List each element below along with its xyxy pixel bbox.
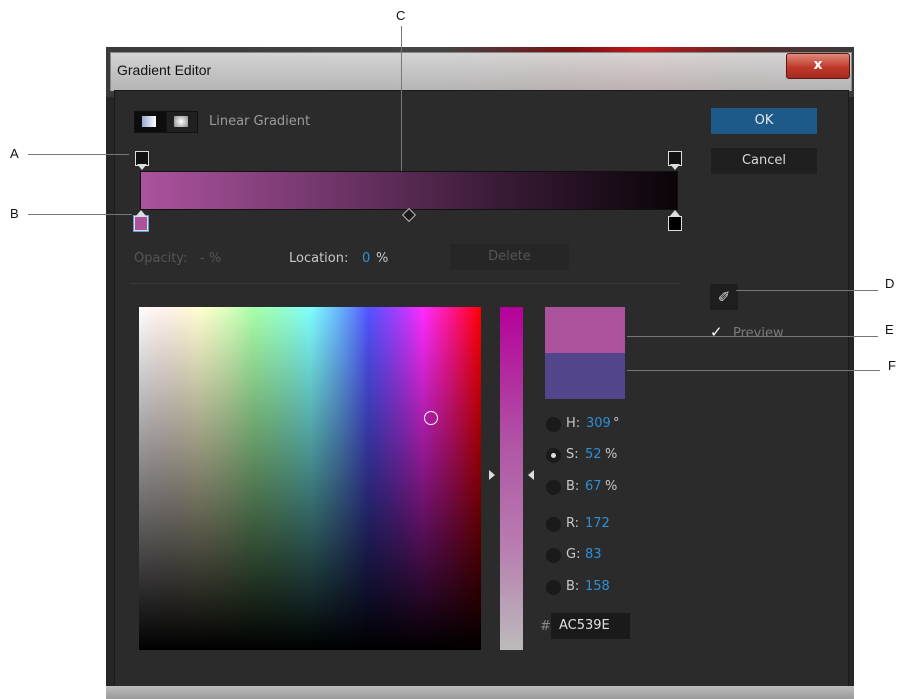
saturation-slider[interactable] <box>500 307 523 650</box>
hue-value[interactable]: 309 <box>586 416 611 431</box>
new-color-swatch <box>545 307 625 353</box>
opacity-value[interactable]: - % <box>200 251 221 266</box>
red-label: R: <box>566 516 580 531</box>
slider-arrow-left-icon[interactable] <box>489 470 495 480</box>
opacity-label: Opacity: <box>134 251 188 266</box>
green-value[interactable]: 83 <box>585 547 602 562</box>
red-value[interactable]: 172 <box>585 516 610 531</box>
callout-c-line <box>401 26 402 171</box>
title-bar <box>110 52 852 91</box>
window-title: Gradient Editor <box>117 62 212 78</box>
opacity-stop-left[interactable] <box>135 151 149 170</box>
saturation-radio[interactable] <box>546 448 561 463</box>
color-field[interactable] <box>139 307 481 650</box>
linear-gradient-icon[interactable] <box>134 111 166 133</box>
blue-value[interactable]: 158 <box>585 579 610 594</box>
gradient-preview-bar[interactable] <box>140 171 678 210</box>
hue-label: H: <box>566 416 581 431</box>
callout-f: F <box>888 358 896 373</box>
callout-f-line <box>627 370 880 371</box>
callout-d: D <box>885 276 895 291</box>
cancel-button[interactable]: Cancel <box>711 148 817 174</box>
slider-arrow-right-icon[interactable] <box>528 470 534 480</box>
callout-a: A <box>10 146 19 161</box>
original-color-swatch[interactable] <box>545 353 625 399</box>
delete-button[interactable]: Delete <box>450 244 569 270</box>
radial-gradient-icon[interactable] <box>166 111 198 133</box>
brightness-radio[interactable] <box>546 480 561 495</box>
location-value[interactable]: 0 <box>362 251 370 266</box>
saturation-unit: % <box>605 447 618 462</box>
saturation-label: S: <box>566 447 579 462</box>
hex-prefix: # <box>540 619 551 634</box>
callout-e: E <box>885 322 894 337</box>
opacity-stop-right[interactable] <box>668 151 682 170</box>
color-field-cursor[interactable] <box>424 411 438 425</box>
eyedropper-icon[interactable]: ✐ <box>710 284 738 310</box>
hue-radio[interactable] <box>546 417 561 432</box>
callout-b: B <box>10 206 19 221</box>
callout-c: C <box>396 8 406 23</box>
preview-label: Preview <box>733 326 784 341</box>
brightness-value[interactable]: 67 <box>585 479 602 494</box>
brightness-label: B: <box>566 479 580 494</box>
blue-radio[interactable] <box>546 580 561 595</box>
green-label: G: <box>566 547 581 562</box>
close-button[interactable]: x <box>786 53 850 79</box>
location-label: Location: <box>289 251 349 266</box>
section-divider <box>130 283 681 284</box>
preview-checkbox[interactable]: ✓ <box>710 325 727 340</box>
color-stop-left[interactable] <box>134 210 148 231</box>
hue-unit: ° <box>613 416 620 431</box>
window-bottom-edge <box>106 686 854 699</box>
red-radio[interactable] <box>546 517 561 532</box>
saturation-value[interactable]: 52 <box>585 447 602 462</box>
brightness-unit: % <box>605 479 618 494</box>
gradient-type-label: Linear Gradient <box>209 114 311 129</box>
callout-e-line <box>627 336 878 337</box>
callout-a-line <box>28 154 129 155</box>
blue-label: B: <box>566 579 580 594</box>
callout-b-line <box>28 214 132 215</box>
color-stop-right[interactable] <box>668 210 682 231</box>
callout-d-line <box>736 290 878 291</box>
green-radio[interactable] <box>546 548 561 563</box>
location-unit: % <box>376 251 389 266</box>
hex-input[interactable]: AC539E <box>551 613 630 639</box>
ok-button[interactable]: OK <box>711 108 817 134</box>
